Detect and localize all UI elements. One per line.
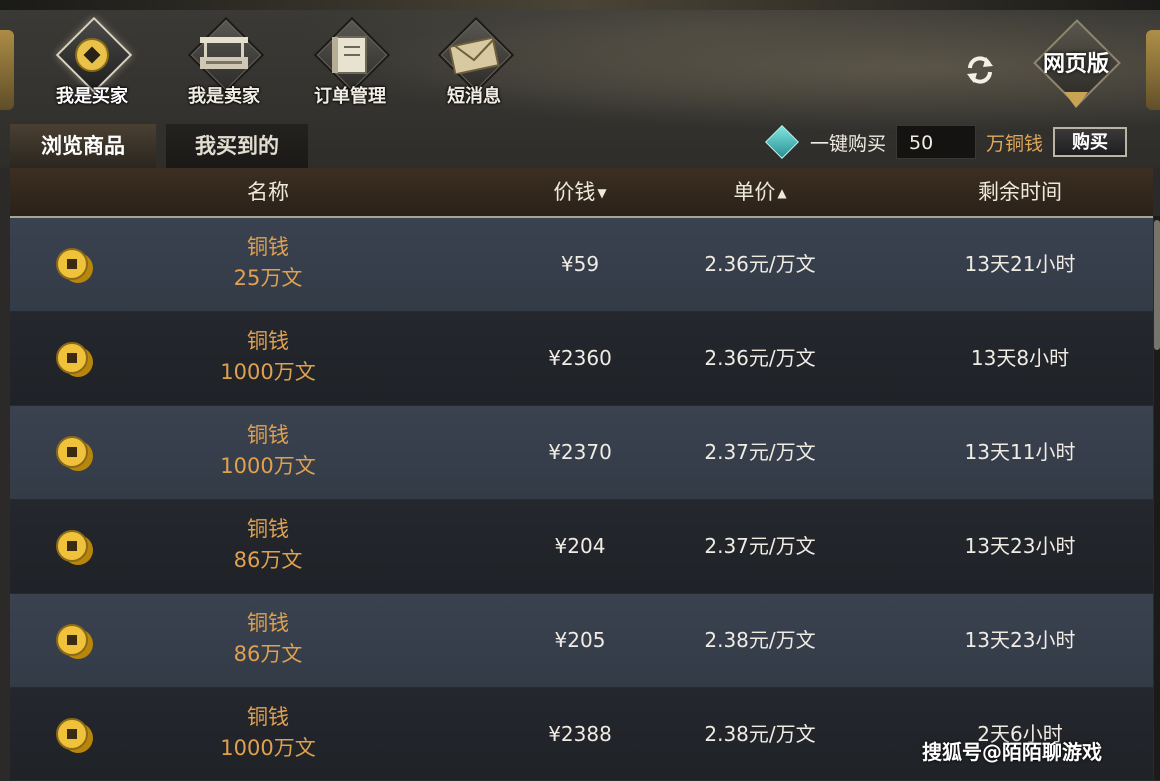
column-name: 名称 — [170, 168, 366, 216]
tab-bought[interactable]: 我买到的 — [166, 124, 308, 168]
top-border — [0, 0, 1160, 10]
table-row[interactable]: 铜钱 1000万文 ¥2370 2.37元/万文 13天11小时 — [10, 406, 1153, 499]
item-name: 铜钱 86万文 — [170, 608, 366, 670]
item-amount: 1000万文 — [220, 736, 316, 760]
item-name: 铜钱 25万文 — [170, 232, 366, 294]
scrollbar-thumb[interactable] — [1154, 220, 1160, 350]
watermark: 搜狐号@陌陌聊游戏 — [922, 740, 1102, 764]
help-gem-icon[interactable] — [765, 125, 799, 159]
envelope-icon — [426, 36, 522, 74]
coin-icon — [54, 246, 94, 286]
web-version-button[interactable]: 网页版 — [1030, 19, 1122, 110]
item-type: 铜钱 — [247, 705, 289, 729]
nav-buyer-label: 我是买家 — [56, 86, 128, 107]
item-amount: 86万文 — [233, 548, 303, 572]
top-bar: 我是买家 我是卖家 订单管理 短消息 网页版 浏览商品 我买到的 一键购买 50… — [0, 0, 1160, 171]
nav-orders[interactable]: 订单管理 — [302, 16, 398, 110]
table-header: 名称 价钱 ▼ 单价 ▲ 剩余时间 — [10, 168, 1153, 218]
item-unit-price: 2.38元/万文 — [704, 722, 816, 746]
refresh-button[interactable] — [962, 52, 998, 88]
column-name-label: 名称 — [247, 180, 289, 204]
quantity-input[interactable]: 50 — [896, 125, 977, 159]
one-click-buy: 一键购买 50 万铜钱 购买 — [765, 124, 1128, 160]
lantern-left-decoration — [0, 30, 14, 110]
item-name: 铜钱 1000万文 — [170, 702, 366, 764]
table-row[interactable]: 铜钱 1000万文 ¥2388 2.38元/万文 2天6小时 — [10, 688, 1153, 780]
item-amount: 1000万文 — [220, 360, 316, 384]
nav-seller[interactable]: 我是卖家 — [176, 16, 272, 110]
coin-icon — [54, 434, 94, 474]
item-type: 铜钱 — [247, 517, 289, 541]
item-amount: 1000万文 — [220, 454, 316, 478]
gold-tip-decoration — [1064, 92, 1088, 108]
column-unit-price-label: 单价 — [733, 180, 776, 204]
item-time-left: 13天11小时 — [964, 440, 1076, 464]
item-time-left: 13天21小时 — [964, 252, 1076, 276]
refresh-icon — [967, 56, 993, 84]
item-time-left: 13天8小时 — [970, 346, 1070, 370]
item-amount: 86万文 — [233, 642, 303, 666]
coin-icon — [54, 716, 94, 756]
table-row[interactable]: 铜钱 86万文 ¥205 2.38元/万文 13天23小时 — [10, 594, 1153, 687]
item-price: ¥204 — [554, 534, 606, 558]
item-name: 铜钱 1000万文 — [170, 326, 366, 388]
table-row[interactable]: 铜钱 1000万文 ¥2360 2.36元/万文 13天8小时 — [10, 312, 1153, 405]
column-time-left: 剩余时间 — [930, 168, 1110, 216]
coin-icon — [54, 340, 94, 380]
item-type: 铜钱 — [247, 611, 289, 635]
column-price-sort[interactable]: 价钱 ▼ — [510, 168, 650, 216]
table-row[interactable]: 铜钱 86万文 ¥204 2.37元/万文 13天23小时 — [10, 500, 1153, 593]
nav-buyer[interactable]: 我是买家 — [44, 16, 140, 110]
item-time-left: 13天23小时 — [964, 534, 1076, 558]
ledger-icon — [302, 36, 398, 74]
tab-browse[interactable]: 浏览商品 — [10, 124, 156, 171]
nav-messages[interactable]: 短消息 — [426, 16, 522, 110]
table-row[interactable]: 铜钱 25万文 ¥59 2.36元/万文 13天21小时 — [10, 218, 1153, 311]
item-unit-price: 2.36元/万文 — [704, 252, 816, 276]
item-price: ¥2370 — [548, 440, 612, 464]
item-type: 铜钱 — [247, 235, 289, 259]
item-unit-price: 2.38元/万文 — [704, 628, 816, 652]
stall-icon — [176, 37, 272, 72]
item-name: 铜钱 1000万文 — [170, 420, 366, 482]
column-unit-price-sort[interactable]: 单价 ▲ — [670, 168, 850, 216]
column-price-label: 价钱 — [553, 180, 596, 204]
sort-up-icon: ▲ — [777, 186, 787, 200]
quantity-unit: 万铜钱 — [986, 132, 1044, 155]
column-time-label: 剩余时间 — [978, 180, 1062, 204]
item-unit-price: 2.37元/万文 — [704, 534, 816, 558]
item-price: ¥205 — [554, 628, 606, 652]
item-time-left: 2天6小时 — [977, 722, 1063, 746]
item-name: 铜钱 86万文 — [170, 514, 366, 576]
buy-button[interactable]: 购买 — [1053, 127, 1128, 157]
scrollbar[interactable] — [1154, 216, 1160, 780]
sort-down-icon: ▼ — [597, 186, 607, 200]
item-time-left: 13天23小时 — [964, 628, 1076, 652]
item-unit-price: 2.37元/万文 — [704, 440, 816, 464]
coin-icon — [44, 38, 140, 72]
item-price: ¥2388 — [548, 722, 612, 746]
web-version-label: 网页版 — [1042, 52, 1109, 77]
coin-icon — [54, 622, 94, 662]
item-type: 铜钱 — [247, 329, 289, 353]
nav-messages-label: 短消息 — [447, 86, 501, 107]
item-price: ¥2360 — [548, 346, 612, 370]
item-unit-price: 2.36元/万文 — [704, 346, 816, 370]
lantern-right-decoration — [1146, 30, 1160, 110]
item-type: 铜钱 — [247, 423, 289, 447]
nav-seller-label: 我是卖家 — [188, 86, 260, 107]
nav-orders-label: 订单管理 — [314, 86, 386, 107]
coin-icon — [54, 528, 94, 568]
item-amount: 25万文 — [233, 266, 303, 290]
one-click-label: 一键购买 — [810, 132, 887, 155]
item-price: ¥59 — [560, 252, 600, 276]
